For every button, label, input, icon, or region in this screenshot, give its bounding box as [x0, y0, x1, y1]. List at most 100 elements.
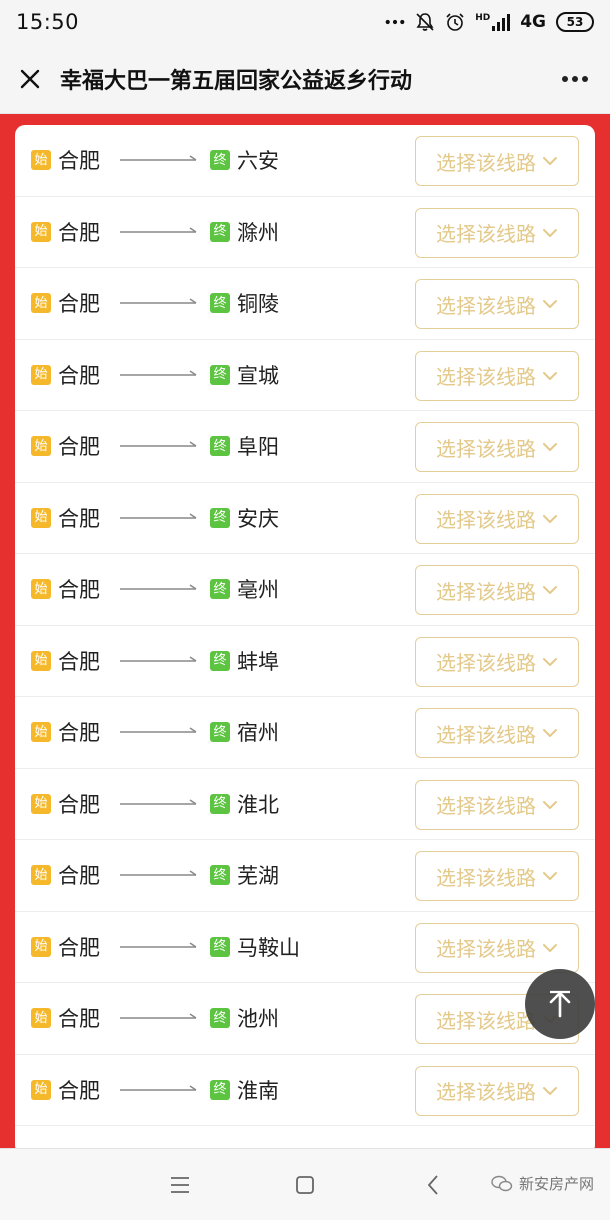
arrow-right-icon	[120, 227, 197, 233]
destination-city: 滁州	[237, 220, 279, 245]
signal-icon: HD	[475, 13, 511, 31]
destination-city: 芜湖	[237, 864, 279, 889]
arrow-right-icon	[120, 727, 197, 733]
alarm-clock-icon	[445, 12, 465, 32]
select-route-label: 选择该线路	[436, 722, 536, 747]
end-badge: 终	[210, 936, 230, 957]
select-route-label: 选择该线路	[436, 436, 536, 461]
arrow-right-icon	[120, 942, 197, 948]
page-title: 幸福大巴一第五届回家公益返乡行动	[60, 68, 413, 94]
back-button[interactable]	[417, 1169, 449, 1201]
back-to-top-button[interactable]	[525, 969, 595, 1039]
origin-city: 合肥	[58, 1007, 100, 1032]
route-row: 始 合肥 终 淮北 选择该线路	[15, 769, 595, 840]
destination-city: 宿州	[237, 721, 279, 746]
content-area: 始 合肥 终 六安 选择该线路 始 合肥 终 滁州 选择该线路 始 合肥 终 铜…	[0, 114, 610, 1148]
select-route-label: 选择该线路	[436, 651, 536, 675]
origin-city: 合肥	[58, 935, 100, 960]
home-button[interactable]	[289, 1169, 321, 1201]
origin-city: 合肥	[58, 792, 100, 817]
route-row: 始 合肥 终 芜湖 选择该线路	[15, 840, 595, 912]
chevron-down-icon	[543, 443, 557, 451]
chevron-down-icon	[543, 300, 557, 308]
route-row: 始 合肥 终 池州 选择该线路	[15, 983, 595, 1055]
destination-city: 安庆	[237, 506, 279, 531]
close-icon	[20, 69, 40, 88]
more-dots-status-icon	[385, 12, 405, 32]
route-row: 始 合肥 终 安庆 选择该线路	[15, 483, 595, 554]
select-route-button[interactable]: 选择该线路	[415, 493, 579, 544]
select-route-button[interactable]: 选择该线路	[415, 708, 579, 758]
arrow-up-icon	[549, 990, 571, 1018]
select-route-label: 选择该线路	[436, 365, 536, 389]
start-badge: 始	[31, 436, 51, 457]
select-route-button[interactable]: 选择该线路	[415, 565, 579, 615]
select-route-button[interactable]: 选择该线路	[415, 636, 579, 687]
status-time: 15:50	[16, 10, 80, 34]
origin-city: 合肥	[58, 721, 100, 746]
end-badge: 终	[210, 650, 230, 671]
arrow-right-icon	[120, 656, 197, 662]
destination-city: 淮北	[237, 792, 279, 817]
menu-button[interactable]	[164, 1169, 196, 1201]
route-row: 始 合肥 终 亳州 选择该线路	[15, 554, 595, 626]
arrow-right-icon	[120, 870, 197, 876]
chevron-down-icon	[543, 800, 557, 809]
arrow-right-icon	[120, 513, 197, 519]
chevron-down-icon	[543, 514, 557, 523]
route-row: 始 合肥 终 蚌埠 选择该线路	[15, 626, 595, 697]
end-badge: 终	[210, 1008, 230, 1029]
arrow-right-icon	[120, 370, 197, 376]
origin-city: 合肥	[58, 649, 100, 674]
more-button[interactable]	[540, 44, 610, 114]
menu-lines-icon	[171, 1177, 189, 1193]
select-route-button[interactable]: 选择该线路	[415, 207, 579, 258]
end-badge: 终	[210, 579, 230, 600]
origin-city: 合肥	[58, 1078, 100, 1103]
chevron-down-icon	[543, 371, 557, 380]
route-row: 始 合肥 终 铜陵 选择该线路	[15, 268, 595, 340]
origin-city: 合肥	[58, 292, 100, 317]
status-bar: 15:50 HD 4G 53	[0, 0, 610, 44]
destination-city: 六安	[237, 149, 279, 174]
watermark-text: 新安房产网	[518, 1175, 594, 1193]
route-row: 始 合肥 终 六安 选择该线路	[15, 125, 595, 197]
end-badge: 终	[210, 793, 230, 814]
end-badge: 终	[210, 364, 230, 385]
select-route-button[interactable]: 选择该线路	[415, 136, 579, 186]
wechat-icon	[491, 1175, 513, 1191]
select-route-label: 选择该线路	[436, 794, 536, 818]
end-badge: 终	[210, 150, 230, 171]
start-badge: 始	[31, 1079, 51, 1100]
end-badge: 终	[210, 865, 230, 886]
select-route-label: 选择该线路	[436, 865, 536, 890]
arrow-right-icon	[120, 799, 197, 805]
select-route-button[interactable]: 选择该线路	[415, 350, 579, 401]
route-row: 始 合肥 终 宿州 选择该线路	[15, 697, 595, 769]
origin-city: 合肥	[58, 864, 100, 889]
select-route-button[interactable]: 选择该线路	[415, 279, 579, 329]
origin-city: 合肥	[58, 149, 100, 174]
select-route-button[interactable]: 选择该线路	[415, 422, 579, 472]
select-route-button[interactable]: 选择该线路	[415, 851, 579, 901]
start-badge: 始	[31, 1008, 51, 1029]
route-row: 始 合肥 终 宣城 选择该线路	[15, 340, 595, 411]
start-badge: 始	[31, 507, 51, 528]
route-row: 始 合肥 终 马鞍山 选择该线路	[15, 912, 595, 983]
select-route-label: 选择该线路	[436, 508, 536, 532]
select-route-button[interactable]: 选择该线路	[415, 1065, 579, 1116]
start-badge: 始	[31, 865, 51, 886]
select-route-label: 选择该线路	[436, 1008, 536, 1033]
destination-city: 马鞍山	[237, 935, 300, 960]
destination-city: 淮南	[237, 1078, 279, 1103]
route-row: 始 合肥 终 阜阳 选择该线路	[15, 411, 595, 483]
end-badge: 终	[210, 436, 230, 457]
close-button[interactable]	[0, 44, 60, 114]
destination-city: 蚌埠	[237, 649, 279, 674]
end-badge: 终	[210, 221, 230, 242]
chevron-down-icon	[543, 157, 557, 165]
start-badge: 始	[31, 650, 51, 671]
select-route-button[interactable]: 选择该线路	[415, 922, 579, 973]
more-dots-icon	[562, 75, 588, 82]
select-route-button[interactable]: 选择该线路	[415, 779, 579, 830]
